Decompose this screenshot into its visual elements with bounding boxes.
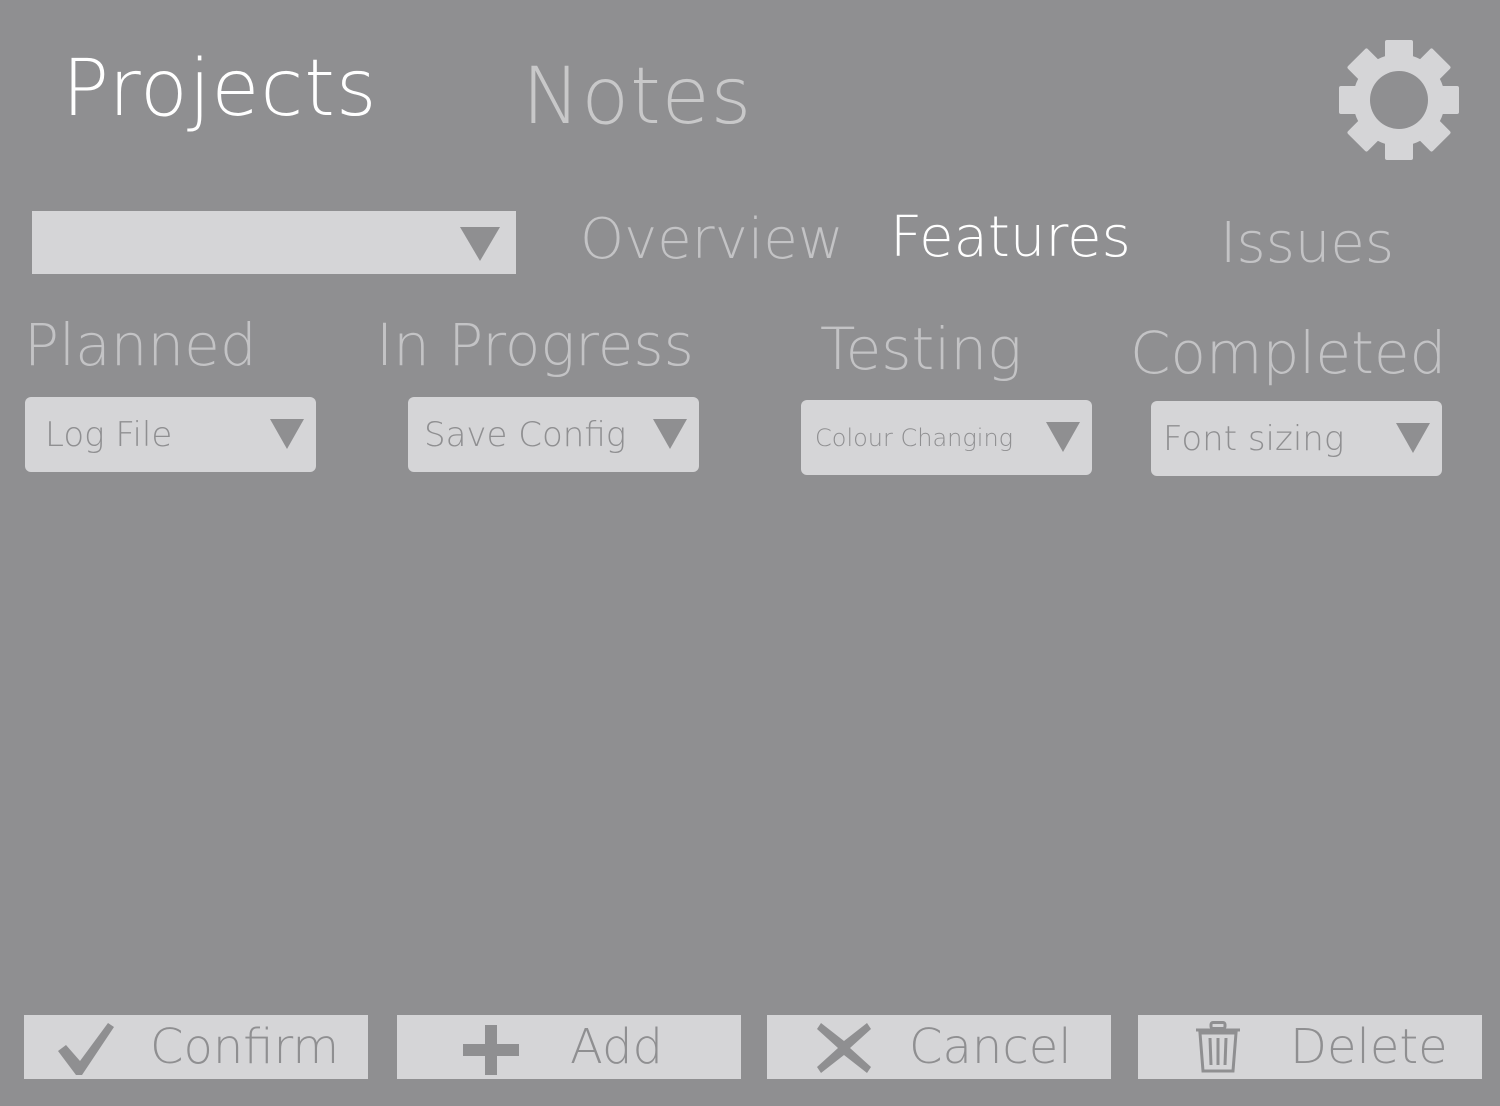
in-progress-select[interactable]: Save Config: [408, 397, 699, 472]
cancel-label: Cancel: [909, 1019, 1072, 1075]
testing-select-value: Colour Changing: [815, 423, 1014, 452]
trash-icon: [1196, 1021, 1240, 1073]
chevron-down-icon: [653, 419, 687, 449]
chevron-down-icon: [1396, 423, 1430, 453]
column-header-completed: Completed: [1130, 319, 1447, 387]
tab-projects[interactable]: Projects: [62, 50, 378, 128]
cancel-button[interactable]: Cancel: [767, 1015, 1111, 1079]
plus-icon: [463, 1025, 519, 1075]
tab-features[interactable]: Features: [890, 210, 1131, 266]
delete-button[interactable]: Delete: [1138, 1015, 1482, 1079]
column-header-planned: Planned: [24, 311, 257, 379]
planned-select[interactable]: Log File: [25, 397, 316, 472]
completed-select[interactable]: Font sizing: [1151, 401, 1442, 476]
gear-icon: [1339, 40, 1459, 160]
in-progress-select-value: Save Config: [424, 414, 627, 455]
add-button[interactable]: Add: [397, 1015, 741, 1079]
testing-select[interactable]: Colour Changing: [801, 400, 1092, 475]
app-window: { "nav": { "projects_label": "Projects",…: [0, 0, 1500, 1106]
chevron-down-icon: [1046, 422, 1080, 452]
tab-issues[interactable]: Issues: [1220, 216, 1394, 272]
tab-overview[interactable]: Overview: [580, 212, 844, 268]
completed-select-value: Font sizing: [1163, 418, 1345, 459]
project-select[interactable]: [32, 211, 516, 274]
confirm-label: Confirm: [150, 1019, 340, 1075]
chevron-down-icon: [270, 419, 304, 449]
add-label: Add: [570, 1019, 663, 1075]
column-header-testing: Testing: [820, 315, 1022, 383]
tab-notes[interactable]: Notes: [522, 58, 752, 136]
settings-button[interactable]: [1337, 38, 1461, 162]
checkmark-icon: [58, 1023, 114, 1075]
confirm-button[interactable]: Confirm: [24, 1015, 368, 1079]
planned-select-value: Log File: [45, 414, 173, 455]
chevron-down-icon: [460, 227, 500, 261]
column-header-in-progress: In Progress: [376, 311, 694, 379]
delete-label: Delete: [1290, 1019, 1448, 1075]
x-icon: [817, 1023, 871, 1073]
